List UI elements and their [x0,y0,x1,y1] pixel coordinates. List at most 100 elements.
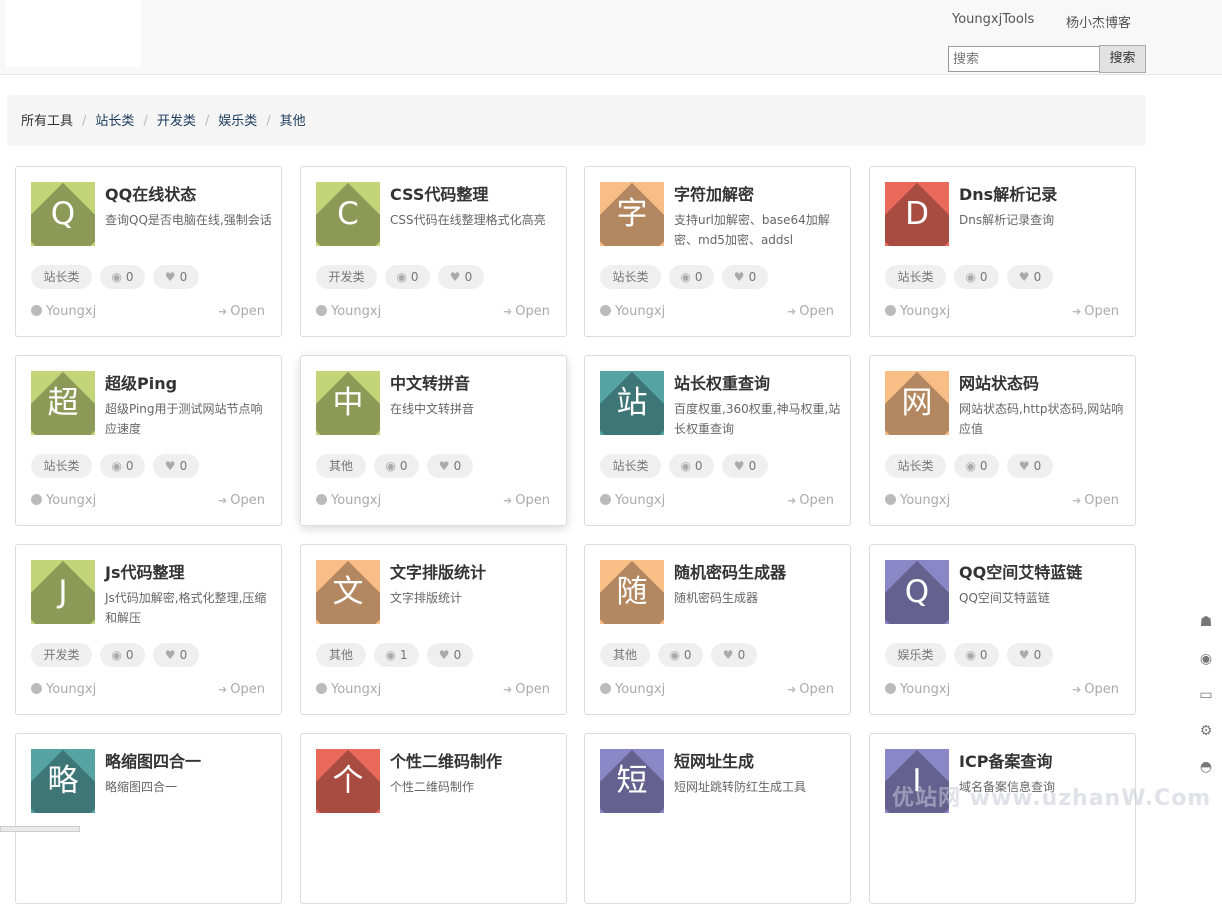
open-link[interactable]: ➜ Open [503,682,550,697]
tool-title[interactable]: 个性二维码制作 [390,748,502,772]
tile-letter: 短 [616,763,648,799]
likes-badge[interactable]: ♥ 0 [153,454,199,478]
user-icon [600,683,611,694]
category-tag[interactable]: 开发类 [316,265,377,289]
qq-icon[interactable]: ☗ [1198,614,1214,630]
open-link[interactable]: ➜ Open [787,682,834,697]
category-tag[interactable]: 站长类 [885,265,946,289]
github-icon[interactable]: ◓ [1198,759,1214,775]
tool-card[interactable]: 短 短网址生成 短网址跳转防红生成工具 [584,733,851,904]
likes-badge[interactable]: ♥ 0 [1007,454,1053,478]
open-link[interactable]: ➜ Open [218,493,265,508]
author-name: Youngxj [46,304,97,319]
tile-letter: Q [904,574,930,610]
tool-tile-icon: 站 [600,371,664,435]
tool-card[interactable]: 中中文转拼音 在线中文转拼音 其他 ◉ 0 ♥ 0 Youngxj ➜ Open [300,355,567,526]
tool-title[interactable]: 略缩图四合一 [105,748,201,772]
tool-title[interactable]: 短网址生成 [674,748,754,772]
likes-badge[interactable]: ♥ 0 [722,454,768,478]
likes-badge[interactable]: ♥ 0 [427,454,473,478]
search-input[interactable] [948,46,1100,72]
tool-card[interactable]: C CSS代码整理 CSS代码在线整理格式化高亮 开发类 ◉ 0 ♥ 0 Youngxj ➜ Ope… [300,166,567,337]
open-link[interactable]: ➜ Open [503,493,550,508]
open-link[interactable]: ➜ Open [1072,493,1119,508]
tool-card[interactable]: 个个性二维码制作 个性二维码制作 [300,733,567,904]
open-link[interactable]: ➜ Open [503,304,550,319]
tool-card[interactable]: 站站长权重查询 百度权重,360权重,神马权重,站长权重查询 站长类 ◉ 0 ♥ 0 Youn… [584,355,851,526]
category-tag[interactable]: 其他 [316,454,366,478]
tool-card[interactable]: Q QQ在线状态 查询QQ是否电脑在线,强制会话 站长类 ◉ 0 ♥ 0 Youngxj ➜ Ope… [15,166,282,337]
horizontal-scrollbar[interactable] [0,826,80,832]
category-tag[interactable]: 其他 [316,643,366,667]
search-button[interactable]: 搜索 [1099,45,1146,73]
breadcrumb-all-tools[interactable]: 所有工具 [21,114,73,129]
author-name: Youngxj [46,493,97,508]
tool-title[interactable]: 随机密码生成器 [674,559,786,583]
tool-title[interactable]: 超级Ping [105,370,177,394]
likes-badge[interactable]: ♥ 0 [153,643,199,667]
category-tag[interactable]: 娱乐类 [885,643,946,667]
user-icon [885,494,896,505]
likes-badge[interactable]: ♥ 0 [1007,643,1053,667]
tile-letter: 站 [616,385,648,421]
heart-icon: ♥ [164,270,176,284]
tool-title[interactable]: QQ在线状态 [105,181,196,205]
tool-title[interactable]: 中文转拼音 [390,370,470,394]
category-tag[interactable]: 站长类 [885,454,946,478]
breadcrumb-entertainment[interactable]: 娱乐类 [218,114,257,129]
tool-card[interactable]: 超超级Ping 超级Ping用于测试网站节点响应速度 站长类 ◉ 0 ♥ 0 Youngxj ➜… [15,355,282,526]
tool-card[interactable]: J Js代码整理 Js代码加解密,格式化整理,压缩和解压 开发类 ◉ 0 ♥ 0 Youngxj… [15,544,282,715]
tool-card[interactable]: I ICP备案查询 域名备案信息查询 [869,733,1136,904]
weibo-icon[interactable]: ◉ [1198,651,1214,667]
gear-icon[interactable]: ⚙ [1198,723,1214,739]
category-tag[interactable]: 其他 [600,643,650,667]
open-link[interactable]: ➜ Open [1072,682,1119,697]
likes-badge[interactable]: ♥ 0 [722,265,768,289]
open-link[interactable]: ➜ Open [787,304,834,319]
nav-link-blog[interactable]: 杨小杰博客 [1066,12,1131,31]
open-link[interactable]: ➜ Open [1072,304,1119,319]
open-link[interactable]: ➜ Open [218,682,265,697]
tool-title[interactable]: Dns解析记录 [959,181,1057,205]
tool-title[interactable]: 网站状态码 [959,370,1039,394]
tool-card[interactable]: Q QQ空间艾特蓝链 QQ空间艾特蓝链 娱乐类 ◉ 0 ♥ 0 Youngxj ➜ Open [869,544,1136,715]
monitor-icon[interactable]: ▭ [1198,687,1214,703]
category-tag[interactable]: 站长类 [600,454,661,478]
tool-card[interactable]: 略略缩图四合一 略缩图四合一 [15,733,282,904]
likes-badge[interactable]: ♥ 0 [1007,265,1053,289]
open-link[interactable]: ➜ Open [218,304,265,319]
tool-card[interactable]: 文文字排版统计 文字排版统计 其他 ◉ 1 ♥ 0 Youngxj ➜ Open [300,544,567,715]
open-link[interactable]: ➜ Open [787,493,834,508]
tool-title[interactable]: Js代码整理 [105,559,184,583]
breadcrumb-webmaster[interactable]: 站长类 [95,114,134,129]
likes-badge[interactable]: ♥ 0 [153,265,199,289]
tool-title[interactable]: CSS代码整理 [390,181,488,205]
likes-badge[interactable]: ♥ 0 [427,643,473,667]
tool-title[interactable]: 字符加解密 [674,181,754,205]
likes-badge[interactable]: ♥ 0 [711,643,757,667]
tool-title[interactable]: 文字排版统计 [390,559,486,583]
author: Youngxj [600,682,665,697]
breadcrumb-dev[interactable]: 开发类 [157,114,196,129]
tool-title[interactable]: 站长权重查询 [674,370,770,394]
watermark: 优站网 www.uzhanW.Com [892,786,1212,811]
tool-tile-icon: Q [885,560,949,624]
category-tag[interactable]: 站长类 [31,454,92,478]
likes-badge[interactable]: ♥ 0 [438,265,484,289]
tool-title[interactable]: QQ空间艾特蓝链 [959,559,1082,583]
breadcrumb-other[interactable]: 其他 [280,114,306,129]
tool-card[interactable]: 字 字符加解密 支持url加解密、base64加解密、md5加密、addsl 站长类 ◉… [584,166,851,337]
site-logo[interactable] [6,0,141,67]
heart-icon: ♥ [1018,648,1030,662]
tool-card[interactable]: 随随机密码生成器 随机密码生成器 其他 ◉ 0 ♥ 0 Youngxj ➜ Open [584,544,851,715]
category-tag[interactable]: 开发类 [31,643,92,667]
category-tag[interactable]: 站长类 [600,265,661,289]
nav-link-youngxjtools[interactable]: YoungxjTools [952,12,1034,27]
open-label: Open [515,304,550,319]
category-tag[interactable]: 站长类 [31,265,92,289]
eye-icon: ◉ [965,648,976,662]
tool-title[interactable]: ICP备案查询 [959,748,1052,772]
tool-card[interactable]: D Dns解析记录 Dns解析记录查询 站长类 ◉ 0 ♥ 0 Youngxj ➜ Open [869,166,1136,337]
likes-count: 0 [748,270,757,284]
tool-card[interactable]: 网网站状态码 网站状态码,http状态码,网站响应值 站长类 ◉ 0 ♥ 0 Youngxj ➜… [869,355,1136,526]
